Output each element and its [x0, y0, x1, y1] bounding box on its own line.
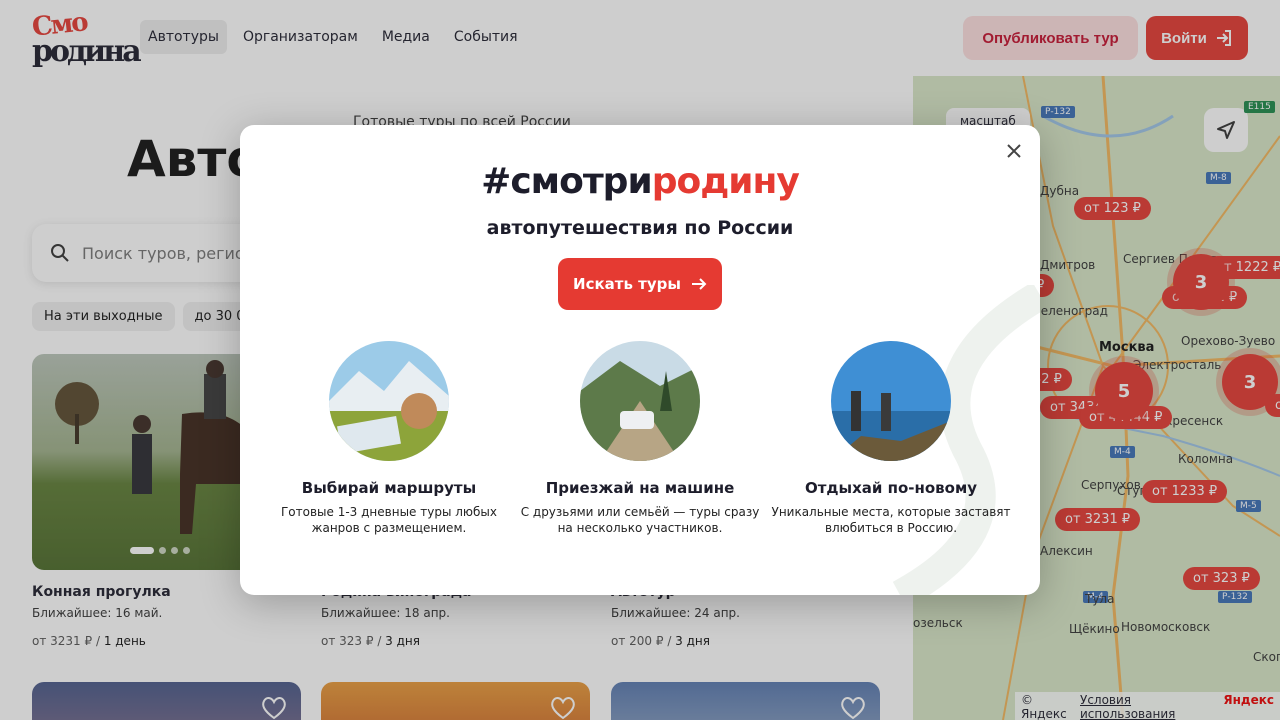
feature-car: Приезжай на машине С друзьями или семьёй…	[510, 341, 770, 536]
search-tours-button[interactable]: Искать туры	[558, 258, 722, 310]
feature-image	[580, 341, 700, 461]
feature-title: Выбирай маршруты	[301, 479, 477, 497]
feature-text: Готовые 1-3 дневные туры любых жанров с …	[280, 505, 497, 535]
modal-title-part2: родину	[651, 161, 800, 202]
feature-image	[831, 341, 951, 461]
feature-text: С друзьями или семьёй — туры сразу на не…	[520, 505, 760, 535]
feature-routes: Выбирай маршруты Готовые 1-3 дневные тур…	[259, 341, 519, 536]
welcome-modal: #смотриродину автопутешествия по России …	[240, 125, 1040, 595]
feature-title: Приезжай на машине	[545, 479, 735, 497]
feature-rest: Отдыхай по-новому Уникальные места, кото…	[761, 341, 1021, 536]
modal-title-part1: #смотри	[481, 161, 653, 202]
modal-subtitle: автопутешествия по России	[486, 217, 794, 239]
modal-title: #смотриродину	[240, 161, 1040, 202]
close-icon[interactable]	[1004, 141, 1024, 161]
feature-image	[329, 341, 449, 461]
search-tours-label: Искать туры	[573, 275, 681, 293]
arrow-right-icon	[691, 278, 707, 290]
feature-title: Отдыхай по-новому	[804, 479, 978, 497]
feature-text: Уникальные места, которые заставят влюби…	[771, 505, 1011, 535]
